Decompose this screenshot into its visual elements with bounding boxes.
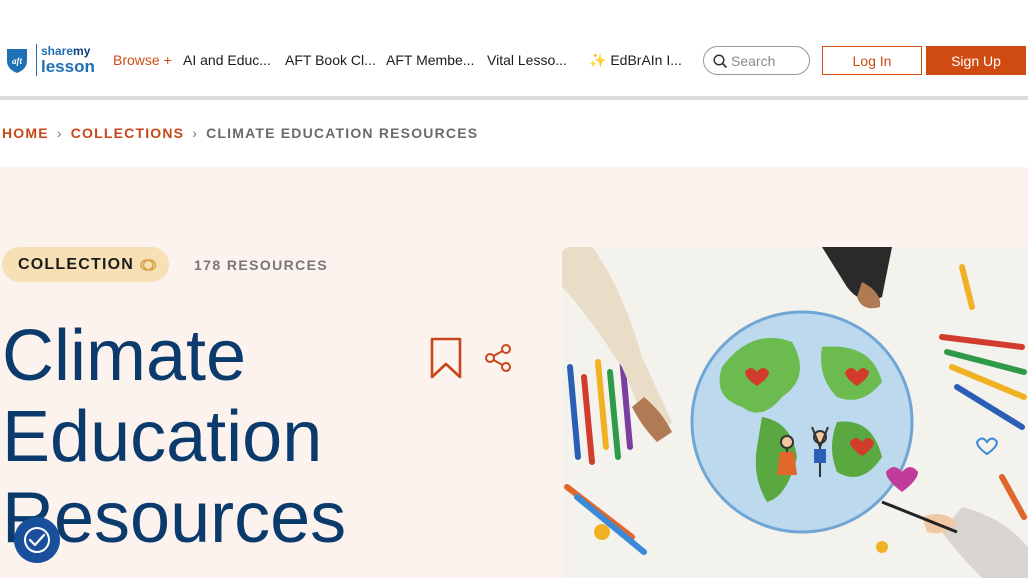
site-header: aft sharemy lesson Browse + AI and Educ.…	[0, 0, 1028, 96]
logo-lesson: lesson	[41, 57, 95, 76]
aft-shield-icon: aft	[7, 49, 27, 73]
accessibility-icon	[24, 527, 50, 553]
logo-divider	[36, 44, 37, 76]
header-divider	[0, 96, 1028, 100]
signup-button[interactable]: Sign Up	[926, 46, 1026, 75]
nav-browse[interactable]: Browse +	[113, 52, 172, 68]
page-title: Climate Education Resources	[2, 316, 347, 558]
search-icon	[713, 53, 727, 68]
collection-badge: COLLECTION	[2, 247, 169, 282]
logo-share: share	[41, 44, 74, 58]
search-input[interactable]	[731, 52, 801, 69]
nav-vital-lessons[interactable]: Vital Lesso...	[487, 52, 567, 68]
share-icon[interactable]	[484, 343, 514, 373]
bookmark-icon[interactable]	[430, 337, 462, 379]
collection-rings-icon	[140, 258, 157, 271]
nav-aft-book-club[interactable]: AFT Book Cl...	[285, 52, 376, 68]
breadcrumb-separator: ›	[56, 125, 63, 141]
kids-drawing-earth-illustration	[562, 247, 1028, 578]
nav-edbrain[interactable]: ✨ EdBrAIn I...	[589, 52, 682, 69]
site-logo[interactable]: aft sharemy lesson	[4, 44, 95, 76]
logo-my: my	[73, 44, 91, 58]
breadcrumb: HOME › COLLECTIONS › CLIMATE EDUCATION R…	[2, 125, 478, 141]
collection-hero-image	[562, 247, 1028, 578]
logo-shield-text: aft	[12, 56, 22, 66]
resource-count: 178 RESOURCES	[194, 257, 329, 273]
breadcrumb-home[interactable]: HOME	[2, 125, 49, 141]
logo-wordmark: sharemy lesson	[41, 45, 95, 75]
breadcrumb-collections[interactable]: COLLECTIONS	[71, 125, 185, 141]
nav-aft-member[interactable]: AFT Membe...	[386, 52, 474, 68]
search-box[interactable]	[703, 46, 810, 75]
accessibility-button[interactable]	[14, 517, 60, 563]
breadcrumb-separator: ›	[192, 125, 199, 141]
breadcrumb-current: CLIMATE EDUCATION RESOURCES	[206, 125, 479, 141]
nav-ai-education[interactable]: AI and Educ...	[183, 52, 271, 68]
login-button[interactable]: Log In	[822, 46, 922, 75]
collection-badge-label: COLLECTION	[18, 255, 134, 273]
